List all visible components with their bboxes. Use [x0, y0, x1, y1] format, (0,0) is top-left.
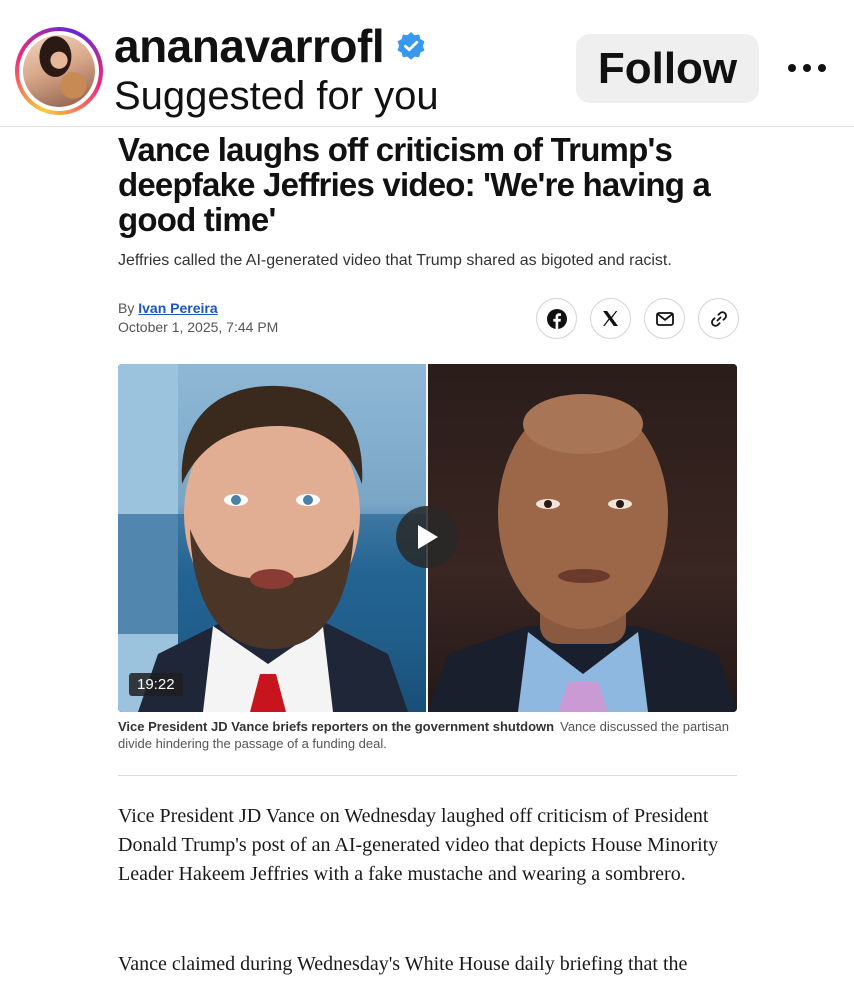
article-paragraph: Vice President JD Vance on Wednesday lau… — [118, 805, 719, 885]
article-paragraph: Vance claimed during Wednesday's White H… — [118, 953, 688, 975]
vance-photo — [118, 364, 426, 712]
follow-button[interactable]: Follow — [576, 34, 759, 103]
x-share-button[interactable] — [590, 298, 631, 339]
video-caption: Vice President JD Vance briefs reporters… — [118, 718, 738, 752]
mail-icon — [655, 311, 674, 326]
more-options-icon[interactable] — [784, 50, 830, 86]
post-header: ananavarrofl Suggested for you Follow — [0, 0, 854, 127]
author-link[interactable]: Ivan Pereira — [138, 300, 217, 316]
email-share-button[interactable] — [644, 298, 685, 339]
article-subhead: Jeffries called the AI-generated video t… — [118, 252, 672, 269]
verified-badge-icon — [397, 32, 425, 60]
video-player[interactable]: 19:22 — [118, 364, 737, 712]
copy-link-button[interactable] — [698, 298, 739, 339]
avatar-story-ring[interactable] — [15, 27, 103, 115]
play-button[interactable] — [396, 506, 458, 568]
play-icon — [418, 525, 438, 549]
divider — [118, 775, 737, 776]
facebook-icon — [546, 308, 567, 329]
x-icon — [603, 311, 618, 326]
byline-prefix: By — [118, 300, 135, 316]
facebook-share-button[interactable] — [536, 298, 577, 339]
byline: By Ivan Pereira — [118, 300, 218, 316]
jeffries-photo — [428, 364, 737, 712]
share-buttons — [536, 298, 739, 339]
suggested-label: Suggested for you — [114, 74, 439, 118]
article-headline: Vance laughs off criticism of Trump's de… — [118, 131, 711, 238]
caption-title: Vice President JD Vance briefs reporters… — [118, 719, 555, 734]
video-duration: 19:22 — [129, 673, 183, 696]
username[interactable]: ananavarrofl — [114, 19, 385, 73]
avatar — [23, 35, 95, 107]
publish-date: October 1, 2025, 7:44 PM — [118, 319, 279, 335]
link-icon — [710, 310, 727, 327]
